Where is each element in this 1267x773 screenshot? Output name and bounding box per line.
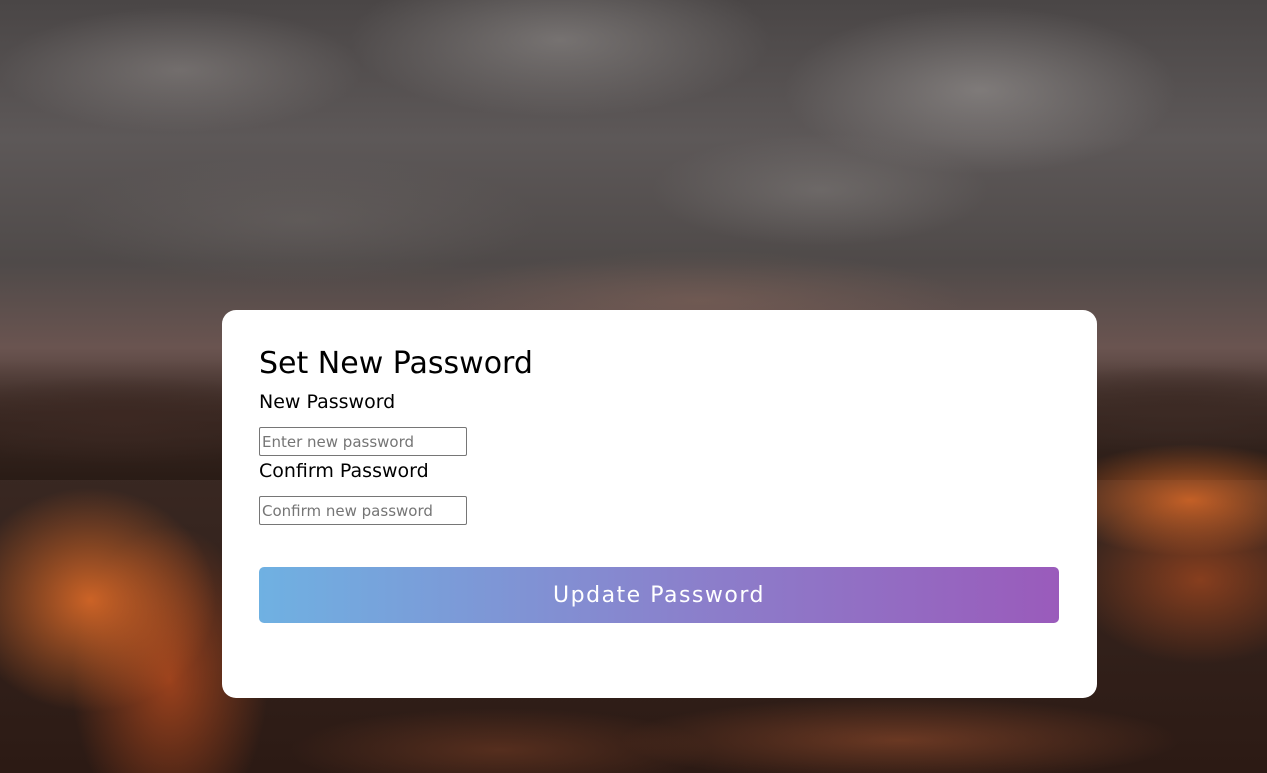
password-reset-card: Set New Password New Password Confirm Pa… bbox=[222, 310, 1097, 698]
new-password-label: New Password bbox=[259, 391, 396, 413]
confirm-password-input[interactable] bbox=[259, 496, 467, 525]
confirm-password-label: Confirm Password bbox=[259, 460, 429, 482]
update-password-button[interactable]: Update Password bbox=[259, 567, 1059, 623]
new-password-input[interactable] bbox=[259, 427, 467, 456]
page-title: Set New Password bbox=[259, 346, 533, 381]
